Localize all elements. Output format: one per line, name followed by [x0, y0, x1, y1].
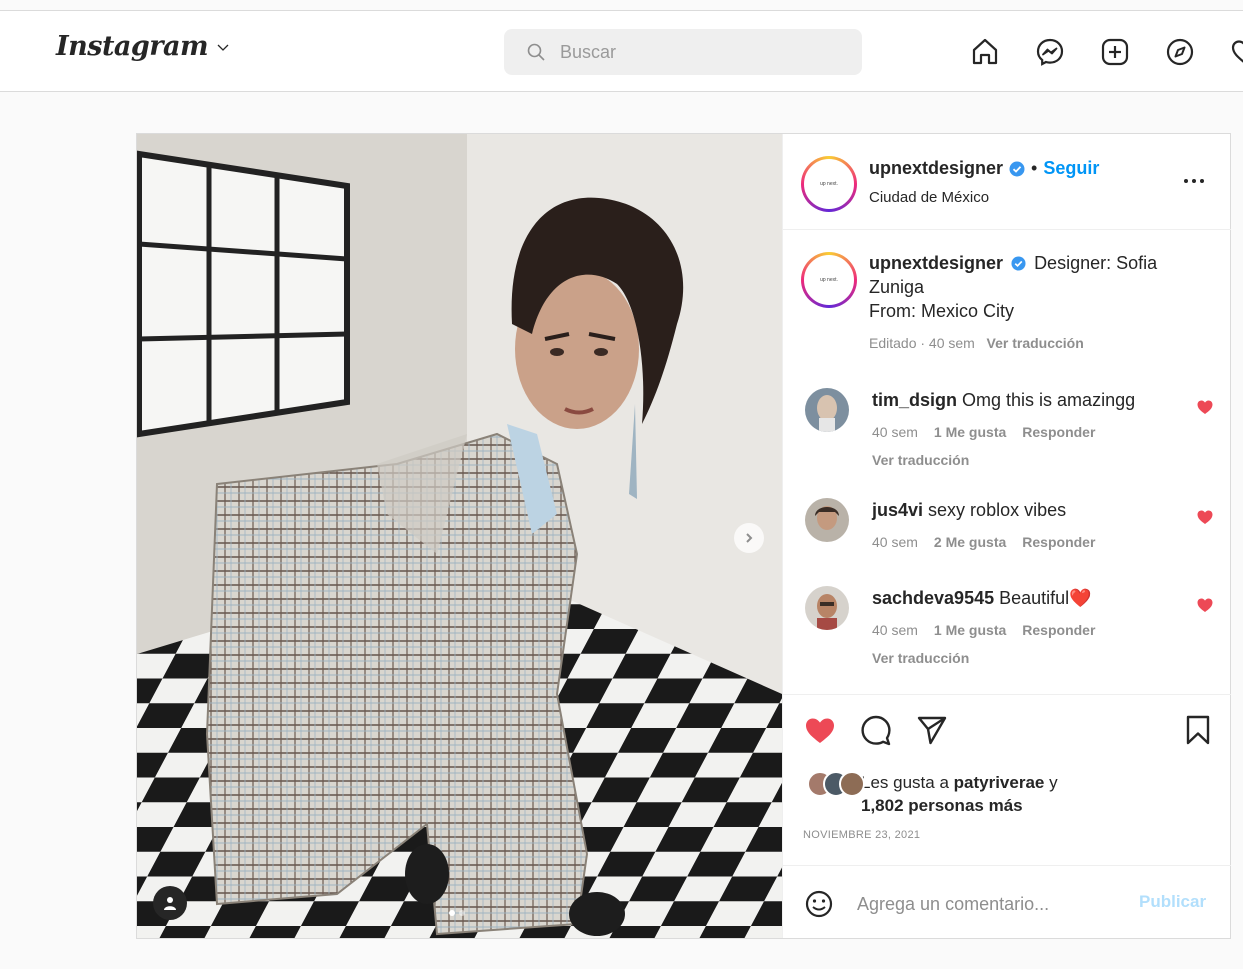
logo-text: Instagram	[56, 31, 209, 62]
author-username[interactable]: upnextdesigner	[869, 158, 1003, 179]
carousel-next-button[interactable]	[734, 523, 764, 553]
likes-summary: Les gusta a patyriverae y 1,802 personas…	[807, 771, 1058, 817]
avatar-brand-text: up next.	[820, 181, 838, 187]
comment-text: Beautiful	[999, 588, 1070, 608]
comment-like-heart-icon[interactable]	[1196, 398, 1214, 416]
post-photo	[137, 134, 782, 938]
instagram-logo[interactable]: Instagram	[56, 31, 230, 62]
comment-input[interactable]	[857, 890, 1147, 918]
explore-icon[interactable]	[1164, 36, 1196, 68]
more-options-icon[interactable]	[1181, 168, 1207, 194]
author-row: upnextdesigner • Seguir	[869, 158, 1099, 179]
comment-username[interactable]: tim_dsign	[872, 390, 957, 410]
liker-username[interactable]: patyriverae	[954, 773, 1045, 792]
commenter-avatar[interactable]	[805, 388, 849, 432]
nav-icons	[969, 36, 1243, 68]
likes-count[interactable]: 1,802 personas más	[861, 796, 1023, 815]
bookmark-icon[interactable]	[1181, 713, 1215, 747]
top-navigation: Instagram	[0, 10, 1243, 92]
liker-avatars[interactable]	[807, 771, 877, 797]
chevron-down-icon	[217, 44, 229, 51]
post-location[interactable]: Ciudad de México	[869, 189, 989, 206]
post-actions: Les gusta a patyriverae y 1,802 personas…	[783, 694, 1231, 864]
comment-username[interactable]: jus4vi	[872, 500, 923, 520]
likes-conj: y	[1049, 773, 1058, 792]
commenter-avatar[interactable]	[805, 586, 849, 630]
author-avatar[interactable]: up next.	[801, 156, 857, 212]
comments-list[interactable]: up next. upnextdesigner Designer: Sofia …	[783, 231, 1231, 693]
caption-meta: Editado · 40 sem Ver traducción	[869, 331, 1189, 355]
separator-bullet: •	[1031, 158, 1038, 178]
comment-likes[interactable]: 2 Me gusta	[934, 530, 1006, 554]
activity-heart-icon[interactable]	[1229, 36, 1243, 68]
carousel-indicator	[449, 910, 465, 916]
verified-badge-icon	[1009, 161, 1025, 176]
like-heart-icon[interactable]	[803, 713, 837, 747]
comment-like-heart-icon[interactable]	[1196, 508, 1214, 526]
home-icon[interactable]	[969, 36, 1001, 68]
emoji-icon[interactable]	[803, 888, 835, 920]
carousel-dot-active	[449, 910, 455, 916]
search-icon	[527, 43, 545, 61]
comment-likes[interactable]: 1 Me gusta	[934, 618, 1006, 642]
caption-edited-time: Editado · 40 sem	[869, 335, 975, 351]
publish-button[interactable]: Publicar	[1139, 892, 1206, 912]
chevron-right-icon	[746, 533, 753, 543]
comment-text: sexy roblox vibes	[928, 500, 1067, 520]
comment-username[interactable]: sachdeva9545	[872, 588, 994, 608]
comment-translate-link[interactable]: Ver traducción	[872, 646, 1172, 670]
caption-username[interactable]: upnextdesigner	[869, 253, 1003, 273]
action-buttons	[803, 713, 949, 747]
comment-time: 40 sem	[872, 534, 918, 550]
caption-author-avatar[interactable]: up next.	[801, 252, 857, 308]
comment-like-heart-icon[interactable]	[1196, 596, 1214, 614]
comment-text: Omg this is amazingg	[962, 390, 1136, 410]
verified-badge-icon	[1011, 256, 1026, 271]
comment-icon[interactable]	[859, 713, 893, 747]
user-icon	[164, 897, 176, 910]
comment-time: 40 sem	[872, 424, 918, 440]
share-icon[interactable]	[915, 713, 949, 747]
messenger-icon[interactable]	[1034, 36, 1066, 68]
post-sidebar: up next. upnextdesigner • Seguir Ciudad …	[782, 134, 1231, 938]
post-card: up next. upnextdesigner • Seguir Ciudad …	[136, 133, 1231, 939]
caption-avatar-brand-text: up next.	[820, 277, 838, 283]
follow-button[interactable]: Seguir	[1043, 158, 1099, 179]
new-post-icon[interactable]	[1099, 36, 1131, 68]
liker-avatar	[839, 771, 865, 797]
heart-emoji: ❤️	[1069, 588, 1092, 608]
caption-translate-link[interactable]: Ver traducción	[987, 335, 1084, 351]
carousel-dot	[459, 910, 465, 916]
commenter-avatar[interactable]	[805, 498, 849, 542]
reply-button[interactable]: Responder	[1022, 420, 1095, 444]
reply-button[interactable]: Responder	[1022, 530, 1095, 554]
comment-time: 40 sem	[872, 622, 918, 638]
comment-likes[interactable]: 1 Me gusta	[934, 420, 1006, 444]
post-media[interactable]	[137, 134, 782, 938]
tagged-users-button[interactable]	[153, 886, 187, 920]
add-comment-bar: Publicar	[783, 865, 1231, 938]
post-header: up next. upnextdesigner • Seguir Ciudad …	[783, 134, 1231, 230]
comment-translate-link[interactable]: Ver traducción	[872, 448, 1172, 472]
post-caption: upnextdesigner Designer: Sofia Zuniga Fr…	[869, 251, 1189, 355]
search-input[interactable]	[560, 41, 840, 63]
reply-button[interactable]: Responder	[1022, 618, 1095, 642]
post-date[interactable]: NOVIEMBRE 23, 2021	[803, 829, 920, 841]
search-box[interactable]	[504, 29, 862, 75]
caption-line-2: From: Mexico City	[869, 301, 1015, 321]
